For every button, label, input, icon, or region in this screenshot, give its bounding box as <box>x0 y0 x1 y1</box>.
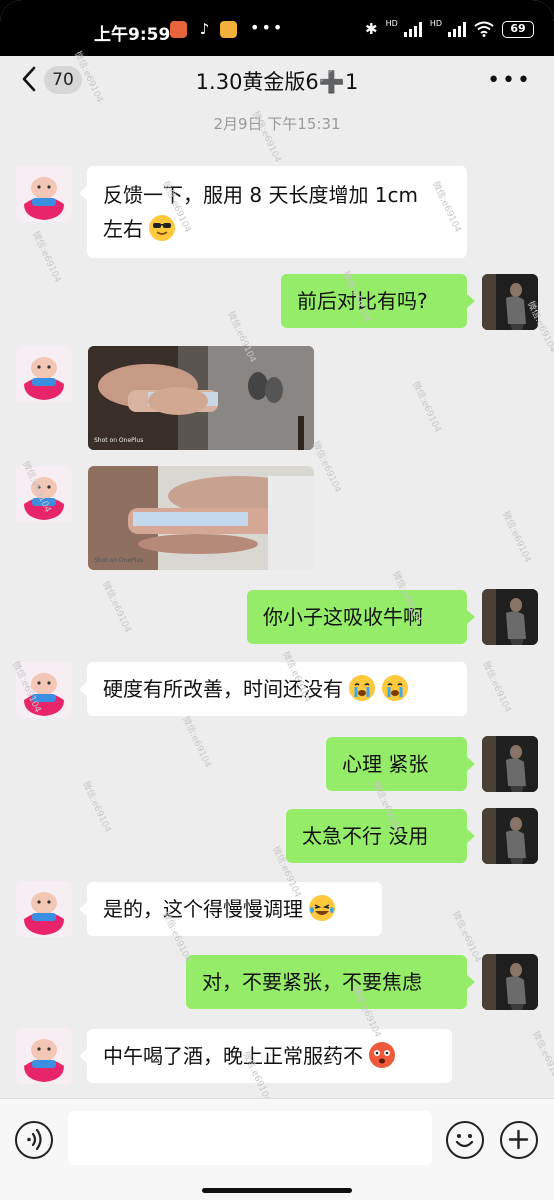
message-bubble-self[interactable]: 太急不行 没用 <box>286 809 475 863</box>
message-bubble-self[interactable]: 你小子这吸收牛啊 <box>247 590 475 644</box>
watermark: 微信:e69104 <box>480 660 513 715</box>
user-avatar[interactable] <box>482 736 538 792</box>
hd-label: HD <box>385 18 398 28</box>
message-input[interactable] <box>68 1111 432 1165</box>
message-bubble-self[interactable]: 心理 紧张 <box>326 737 475 791</box>
message-bubble-self[interactable]: 前后对比有吗? <box>281 274 475 328</box>
message-text: 中午喝了酒，晚上正常服药不 <box>103 1044 363 1068</box>
photo-message[interactable]: Shot on OnePlus <box>88 466 314 570</box>
message-text: 心理 紧张 <box>342 752 429 776</box>
photo-caption: Shot on OnePlus <box>94 557 144 564</box>
status-bar: 上午9:59 ♪ ••• ✱ HD HD 69 <box>0 0 554 56</box>
input-bar <box>0 1098 554 1200</box>
watermark: 微信:e69104 <box>310 440 343 495</box>
signal-icon <box>403 21 422 37</box>
watermark: 微信:e69104 <box>80 780 113 835</box>
chat-title: 1.30黄金版6➕1 <box>195 70 359 94</box>
status-indicators: ✱ HD HD 69 <box>365 18 534 38</box>
photo-message[interactable]: Shot on OnePlus <box>88 346 314 450</box>
message-text: 你小子这吸收牛啊 <box>263 605 423 629</box>
hd-label: HD <box>429 18 442 28</box>
user-avatar[interactable] <box>482 589 538 645</box>
bluetooth-icon: ✱ <box>365 20 378 38</box>
chat-screen: 上午9:59 ♪ ••• ✱ HD HD 69 70 1.30黄金版6➕1 ••… <box>0 0 554 1200</box>
battery-indicator: 69 <box>502 20 534 38</box>
photo-caption: Shot on OnePlus <box>94 437 144 444</box>
emoji-icon[interactable] <box>446 1121 484 1159</box>
user-avatar[interactable] <box>482 808 538 864</box>
watermark: 微信:e69104 <box>500 510 533 565</box>
contact-avatar[interactable] <box>16 466 72 522</box>
message-text: 太急不行 没用 <box>302 824 429 848</box>
user-avatar[interactable] <box>482 954 538 1010</box>
message-bubble-self[interactable]: 对，不要紧张，不要焦虑 <box>186 955 475 1009</box>
plus-icon[interactable] <box>500 1121 538 1159</box>
message-bubble[interactable]: 反馈一下，服用 8 天长度增加 1cm 左右 <box>79 166 467 258</box>
watermark: 微信:e69104 <box>410 380 443 435</box>
app-notification-icon <box>170 21 187 38</box>
message-bubble[interactable]: 中午喝了酒，晚上正常服药不 <box>79 1029 452 1083</box>
watermark: 微信:e69104 <box>530 1030 554 1085</box>
contact-avatar[interactable] <box>16 881 72 937</box>
contact-avatar[interactable] <box>16 166 72 222</box>
user-avatar[interactable] <box>482 274 538 330</box>
watermark: 微信:e69104 <box>180 715 213 770</box>
message-bubble[interactable]: 硬度有所改善，时间还没有 <box>79 662 467 716</box>
message-text: 前后对比有吗? <box>297 289 428 313</box>
more-icon[interactable]: ••• <box>487 68 532 93</box>
message-bubble[interactable]: 是的，这个得慢慢调理 <box>79 882 382 936</box>
crying-emoji-icon <box>381 675 408 701</box>
notes-app-icon <box>220 21 237 38</box>
message-text: 硬度有所改善，时间还没有 <box>103 677 343 701</box>
voice-icon[interactable] <box>15 1121 53 1159</box>
cool-emoji-icon <box>149 215 176 241</box>
signal-icon <box>448 21 466 37</box>
contact-avatar[interactable] <box>16 662 72 718</box>
tiktok-icon: ♪ <box>196 21 213 38</box>
watermark: 微信:e69104 <box>100 580 133 635</box>
dizzy-emoji-icon <box>369 1042 396 1068</box>
contact-avatar[interactable] <box>16 346 72 402</box>
contact-avatar[interactable] <box>16 1028 72 1084</box>
laughing-tears-emoji-icon <box>309 895 336 921</box>
watermark: 微信:e69104 <box>30 230 63 285</box>
message-text: 对，不要紧张，不要焦虑 <box>202 970 422 994</box>
crying-emoji-icon <box>349 675 376 701</box>
chat-header: 70 1.30黄金版6➕1 ••• <box>0 56 554 104</box>
status-time: 上午9:59 <box>94 25 171 45</box>
message-timestamp: 2月9日 下午15:31 <box>213 115 341 133</box>
message-text: 左右 <box>103 217 143 241</box>
home-indicator[interactable] <box>202 1188 352 1193</box>
more-notifications-icon: ••• <box>250 18 285 37</box>
message-text: 反馈一下，服用 8 天长度增加 1cm <box>103 183 418 207</box>
wifi-icon <box>474 21 494 37</box>
message-text: 是的，这个得慢慢调理 <box>103 897 303 921</box>
